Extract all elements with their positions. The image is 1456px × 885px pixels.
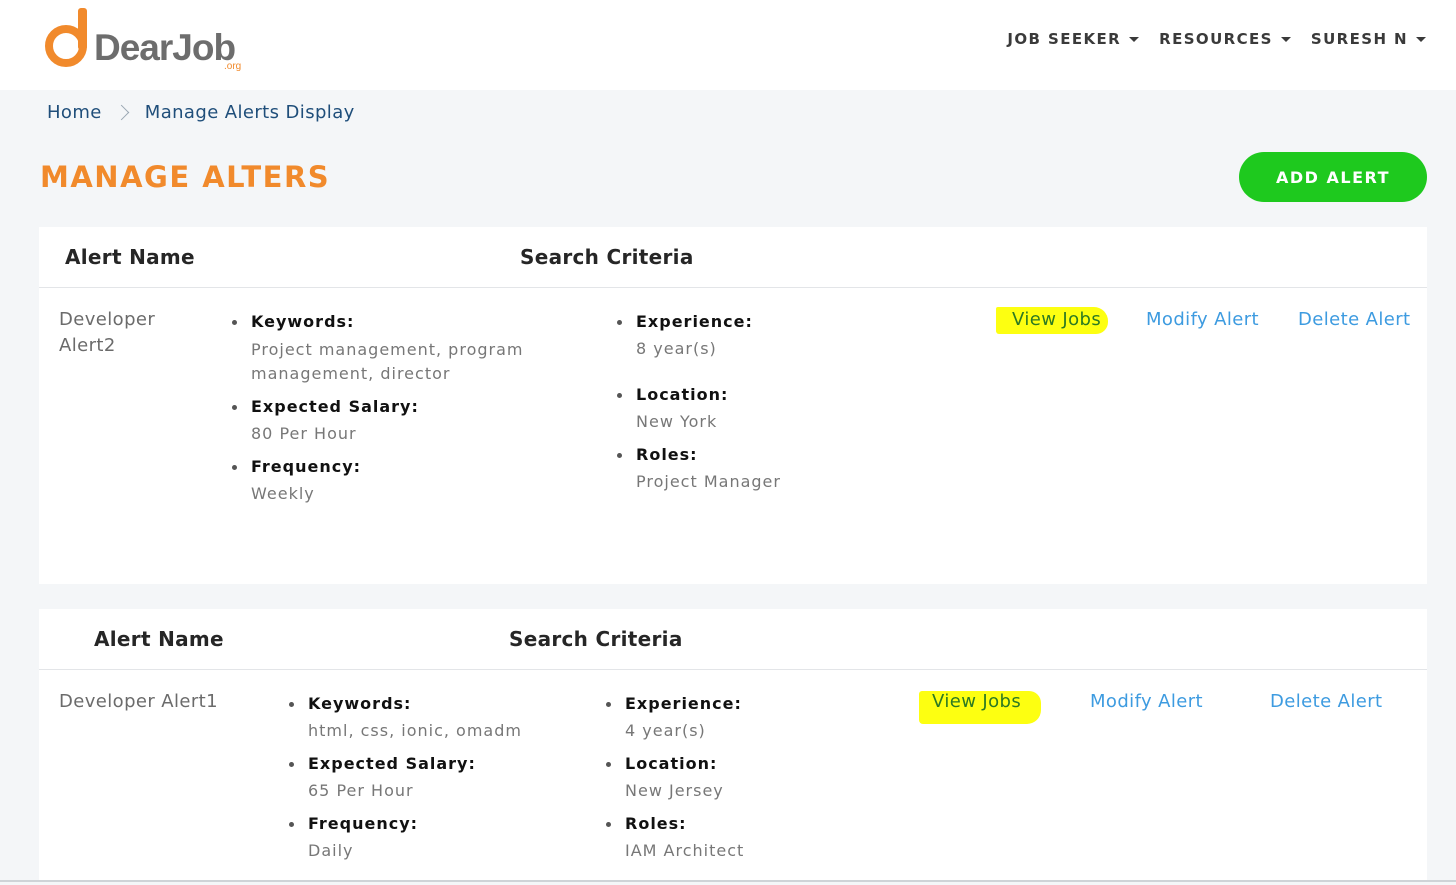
criteria-salary: Expected Salary: 80 Per Hour xyxy=(232,397,523,446)
nav-job-seeker[interactable]: JOB SEEKER xyxy=(1007,30,1140,48)
breadcrumb-current: Manage Alerts Display xyxy=(144,102,355,123)
nav-user-menu[interactable]: SURESH N xyxy=(1311,30,1426,48)
delete-alert-link[interactable]: Delete Alert xyxy=(1298,309,1411,330)
criteria-salary: Expected Salary: 65 Per Hour xyxy=(289,754,522,803)
add-alert-button[interactable]: ADD ALERT xyxy=(1239,152,1427,202)
criteria-label: Expected Salary: xyxy=(251,397,419,416)
criteria-list-right: Experience: 4 year(s) Location: New Jers… xyxy=(606,694,744,874)
criteria-label: Experience: xyxy=(625,694,742,713)
bottom-divider xyxy=(0,880,1456,882)
criteria-label: Frequency: xyxy=(251,457,362,476)
alert-name-header: Alert Name xyxy=(94,627,224,651)
criteria-location: Location: New York xyxy=(617,385,781,434)
caret-down-icon xyxy=(1280,36,1291,42)
criteria-keywords: Keywords: html, css, ionic, omadm xyxy=(289,694,522,743)
criteria-label: Experience: xyxy=(636,312,753,331)
criteria-value: html, css, ionic, omadm xyxy=(308,721,522,740)
criteria-location: Location: New Jersey xyxy=(606,754,744,803)
svg-text:.org: .org xyxy=(224,61,241,72)
criteria-list-left: Keywords: html, css, ionic, omadm Expect… xyxy=(289,694,522,874)
criteria-value: New Jersey xyxy=(625,781,724,800)
alert-card: Alert Name Search Criteria Developer Ale… xyxy=(39,609,1427,881)
search-criteria-header: Search Criteria xyxy=(520,245,694,269)
breadcrumb: Home Manage Alerts Display xyxy=(47,102,355,123)
criteria-value: 80 Per Hour xyxy=(251,424,357,443)
criteria-value: IAM Architect xyxy=(625,841,745,860)
svg-text:DearJob: DearJob xyxy=(94,27,235,68)
nav-resources-label: RESOURCES xyxy=(1159,30,1273,48)
criteria-list-left: Keywords: Project management, program ma… xyxy=(232,312,523,517)
criteria-value: management, director xyxy=(251,364,451,383)
criteria-frequency: Frequency: Daily xyxy=(289,814,522,863)
caret-down-icon xyxy=(1416,36,1426,42)
view-jobs-link[interactable]: View Jobs xyxy=(1012,309,1101,330)
criteria-frequency: Frequency: Weekly xyxy=(232,457,523,506)
delete-alert-link[interactable]: Delete Alert xyxy=(1270,691,1383,712)
card-header: Alert Name Search Criteria xyxy=(39,609,1427,670)
criteria-experience: Experience: 4 year(s) xyxy=(606,694,744,743)
criteria-value: 65 Per Hour xyxy=(308,781,414,800)
criteria-value: 4 year(s) xyxy=(625,721,706,740)
dearjob-logo[interactable]: DearJob .org xyxy=(42,6,252,76)
alert-card: Alert Name Search Criteria Developer Ale… xyxy=(39,227,1427,584)
alert-name-line: Developer xyxy=(59,309,156,330)
alert-name-header: Alert Name xyxy=(65,245,195,269)
criteria-value: Weekly xyxy=(251,484,315,503)
alert-name: Developer Alert2 xyxy=(59,307,155,359)
chevron-right-icon xyxy=(113,104,130,121)
criteria-value: Daily xyxy=(308,841,354,860)
search-criteria-header: Search Criteria xyxy=(509,627,683,651)
view-jobs-link[interactable]: View Jobs xyxy=(932,691,1021,712)
criteria-keywords: Keywords: Project management, program ma… xyxy=(232,312,523,386)
nav-job-seeker-label: JOB SEEKER xyxy=(1007,30,1122,48)
criteria-label: Expected Salary: xyxy=(308,754,476,773)
criteria-label: Keywords: xyxy=(308,694,412,713)
alert-name-line: Alert2 xyxy=(59,335,116,356)
card-header: Alert Name Search Criteria xyxy=(39,227,1427,288)
page-title: MANAGE ALTERS xyxy=(40,160,331,194)
criteria-value: New York xyxy=(636,412,718,431)
criteria-label: Keywords: xyxy=(251,312,355,331)
criteria-label: Roles: xyxy=(625,814,687,833)
criteria-label: Location: xyxy=(636,385,729,404)
modify-alert-link[interactable]: Modify Alert xyxy=(1146,309,1259,330)
nav-user-label: SURESH N xyxy=(1310,30,1408,48)
caret-down-icon xyxy=(1129,36,1140,42)
breadcrumb-home-link[interactable]: Home xyxy=(47,102,102,123)
criteria-value: Project management, program xyxy=(251,340,524,359)
criteria-list-right: Experience: 8 year(s) Location: New York… xyxy=(617,312,781,505)
criteria-experience: Experience: 8 year(s) xyxy=(617,312,781,361)
top-navbar: DearJob .org JOB SEEKER RESOURCES SURESH… xyxy=(0,0,1456,90)
criteria-value: 8 year(s) xyxy=(636,339,717,358)
modify-alert-link[interactable]: Modify Alert xyxy=(1090,691,1203,712)
main-nav: JOB SEEKER RESOURCES SURESH N xyxy=(1007,30,1426,48)
alert-name: Developer Alert1 xyxy=(59,691,218,712)
criteria-label: Roles: xyxy=(636,445,698,464)
criteria-roles: Roles: IAM Architect xyxy=(606,814,744,863)
nav-resources[interactable]: RESOURCES xyxy=(1159,30,1291,48)
criteria-value: Project Manager xyxy=(636,472,781,491)
criteria-roles: Roles: Project Manager xyxy=(617,445,781,494)
criteria-label: Frequency: xyxy=(308,814,419,833)
criteria-label: Location: xyxy=(625,754,718,773)
